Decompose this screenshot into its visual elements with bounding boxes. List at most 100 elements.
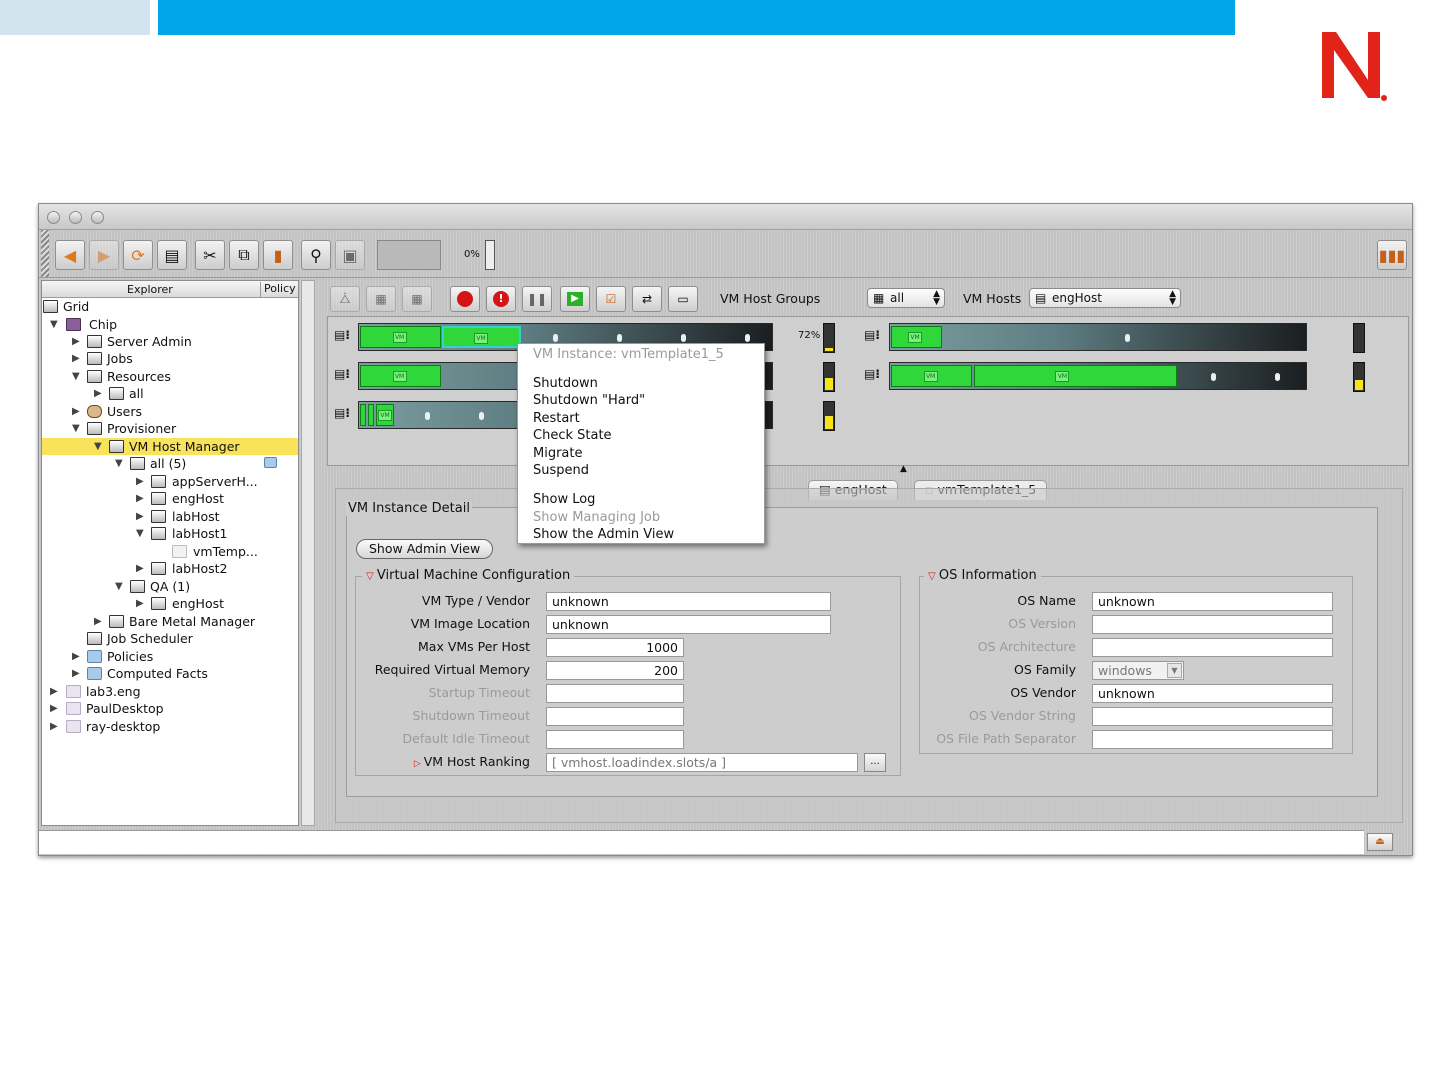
os-family-select[interactable]: windows ▼ xyxy=(1092,661,1184,680)
cut-button[interactable]: ✂ xyxy=(195,240,225,270)
collapsed-triangle-icon[interactable]: ▶ xyxy=(94,385,102,402)
tree-item-bare-metal[interactable]: ▶ Bare Metal Manager xyxy=(42,613,255,630)
back-button[interactable]: ◀ xyxy=(55,240,85,270)
ranking-browse-button[interactable]: ... xyxy=(864,753,886,772)
required-memory-field[interactable]: 200 xyxy=(546,661,684,680)
startup-timeout-field[interactable] xyxy=(546,684,684,703)
zoom-window-button[interactable] xyxy=(91,211,104,224)
vm-slot[interactable]: VM xyxy=(376,404,394,426)
splitter-handle[interactable] xyxy=(301,280,315,826)
idle-timeout-field[interactable] xyxy=(546,730,684,749)
vm-slot[interactable]: VM xyxy=(360,365,441,387)
vm-hosts-select[interactable]: ▤ engHost ▲ ▼ xyxy=(1029,288,1181,308)
tree-item-labhost1[interactable]: ▼ labHost1 xyxy=(42,525,227,542)
tree-item-jobs[interactable]: ▶ Jobs xyxy=(42,350,133,367)
tree-item-all-5[interactable]: ▼ all (5) xyxy=(42,455,298,472)
vm-host-ranking-field[interactable]: [ vmhost.loadindex.slots/a ] xyxy=(546,753,858,772)
copy-button[interactable]: ⧉ xyxy=(229,240,259,270)
expanded-triangle-icon[interactable]: ▼ xyxy=(72,420,80,437)
collapsed-triangle-icon[interactable]: ▶ xyxy=(72,665,80,682)
console-button[interactable]: ▭ xyxy=(668,286,698,312)
vm-slot[interactable] xyxy=(360,404,366,426)
migrate-button[interactable]: ⇄ xyxy=(632,286,662,312)
collapsed-triangle-icon[interactable]: ▶ xyxy=(72,403,80,420)
tree-item-policies[interactable]: ▶ Policies xyxy=(42,648,153,665)
tree-item-grid[interactable]: Grid xyxy=(42,298,89,315)
tree-item-resources[interactable]: ▼ Resources xyxy=(42,368,171,385)
check-state-button[interactable]: ☑ xyxy=(596,286,626,312)
vm-host-ranking-label[interactable]: ▷ VM Host Ranking xyxy=(414,754,530,769)
splitter-arrow-icon[interactable]: ▲ xyxy=(900,464,907,474)
collapsed-triangle-icon[interactable]: ▶ xyxy=(136,473,144,490)
tree-item-job-scheduler[interactable]: Job Scheduler xyxy=(42,630,193,647)
os-architecture-field[interactable] xyxy=(1092,638,1333,657)
max-vms-field[interactable]: 1000 xyxy=(546,638,684,657)
show-admin-view-button[interactable]: Show Admin View xyxy=(356,539,494,559)
minimize-window-button[interactable] xyxy=(69,211,82,224)
os-info-header[interactable]: ▽ OS Information xyxy=(924,568,1041,583)
tab-policy[interactable]: Policy xyxy=(260,282,296,297)
expanded-triangle-icon[interactable]: ▼ xyxy=(50,316,58,333)
tree-item-vm-host-manager[interactable]: ▼ VM Host Manager xyxy=(42,438,298,455)
os-vendor-field[interactable]: unknown xyxy=(1092,684,1333,703)
os-version-field[interactable] xyxy=(1092,615,1333,634)
tree-item-appserver[interactable]: ▶ appServerH... xyxy=(42,473,258,490)
host-button-1[interactable]: ▦ xyxy=(366,286,396,312)
collapsed-triangle-icon[interactable]: ▶ xyxy=(50,700,58,717)
collapsed-triangle-icon[interactable]: ▶ xyxy=(72,350,80,367)
tree-item-ray-desktop[interactable]: ▶ ray-desktop xyxy=(42,718,160,735)
tree-item-vmtemplate[interactable]: vmTemp... xyxy=(42,543,258,560)
stop-button[interactable] xyxy=(450,286,480,312)
menu-item-migrate[interactable]: Migrate xyxy=(533,446,583,461)
expand-log-button[interactable]: ⏏ xyxy=(1367,833,1393,851)
expanded-triangle-icon[interactable]: ▼ xyxy=(136,525,144,542)
close-window-button[interactable] xyxy=(47,211,60,224)
collapsed-triangle-icon[interactable]: ▶ xyxy=(136,595,144,612)
collapsed-triangle-icon[interactable]: ▶ xyxy=(72,333,80,350)
expanded-triangle-icon[interactable]: ▼ xyxy=(72,368,80,385)
tree-item-labhost2[interactable]: ▶ labHost2 xyxy=(42,560,227,577)
forward-button[interactable]: ▶ xyxy=(89,240,119,270)
vm-image-field[interactable]: unknown xyxy=(546,615,831,634)
hard-stop-button[interactable]: ! xyxy=(486,286,516,312)
os-vendor-string-field[interactable] xyxy=(1092,707,1333,726)
os-path-separator-field[interactable] xyxy=(1092,730,1333,749)
tree-item-resources-all[interactable]: ▶ all xyxy=(42,385,144,402)
save-button[interactable]: ▣ xyxy=(335,240,365,270)
start-button[interactable]: ▶ xyxy=(560,286,590,312)
menu-item-check-state[interactable]: Check State xyxy=(533,428,612,443)
vm-config-header[interactable]: ▽ Virtual Machine Configuration xyxy=(362,568,575,583)
host-bar[interactable]: VM xyxy=(889,323,1307,351)
host-bar[interactable]: VM VM xyxy=(889,362,1307,390)
stats-button[interactable]: ▮▮▮ xyxy=(1377,240,1407,270)
layout-button[interactable]: ▤ xyxy=(157,240,187,270)
menu-item-show-admin-view[interactable]: Show the Admin View xyxy=(533,527,674,542)
collapsed-triangle-icon[interactable]: ▶ xyxy=(50,683,58,700)
menu-item-show-log[interactable]: Show Log xyxy=(533,492,595,507)
menu-item-suspend[interactable]: Suspend xyxy=(533,463,589,478)
vm-slot[interactable]: VM xyxy=(360,326,441,348)
vm-slot[interactable]: VM xyxy=(974,365,1177,387)
collapsed-triangle-icon[interactable]: ▶ xyxy=(136,490,144,507)
vm-slot[interactable]: VM xyxy=(891,365,972,387)
os-name-field[interactable]: unknown xyxy=(1092,592,1333,611)
collapsed-triangle-icon[interactable]: ▶ xyxy=(136,508,144,525)
tree-item-enghost[interactable]: ▶ engHost xyxy=(42,490,224,507)
tree-view-button[interactable]: ⧊ xyxy=(330,286,360,312)
menu-item-shutdown-hard[interactable]: Shutdown "Hard" xyxy=(533,393,645,408)
pause-button[interactable]: ❚❚ xyxy=(522,286,552,312)
tree-item-computed-facts[interactable]: ▶ Computed Facts xyxy=(42,665,208,682)
search-field[interactable] xyxy=(377,240,441,270)
menu-item-shutdown[interactable]: Shutdown xyxy=(533,376,598,391)
collapsed-triangle-icon[interactable]: ▶ xyxy=(50,718,58,735)
collapsed-triangle-icon[interactable]: ▶ xyxy=(72,648,80,665)
tree-item-chip[interactable]: ▼ Chip xyxy=(42,316,117,333)
refresh-button[interactable]: ⟳ xyxy=(123,240,153,270)
vm-slot-selected[interactable]: VM xyxy=(442,326,521,348)
collapsed-triangle-icon[interactable]: ▶ xyxy=(94,613,102,630)
expanded-triangle-icon[interactable]: ▼ xyxy=(115,455,123,472)
find-button[interactable]: ⚲ xyxy=(301,240,331,270)
collapsed-triangle-icon[interactable]: ▶ xyxy=(136,560,144,577)
expanded-triangle-icon[interactable]: ▼ xyxy=(115,578,123,595)
tree-item-qa[interactable]: ▼ QA (1) xyxy=(42,578,190,595)
